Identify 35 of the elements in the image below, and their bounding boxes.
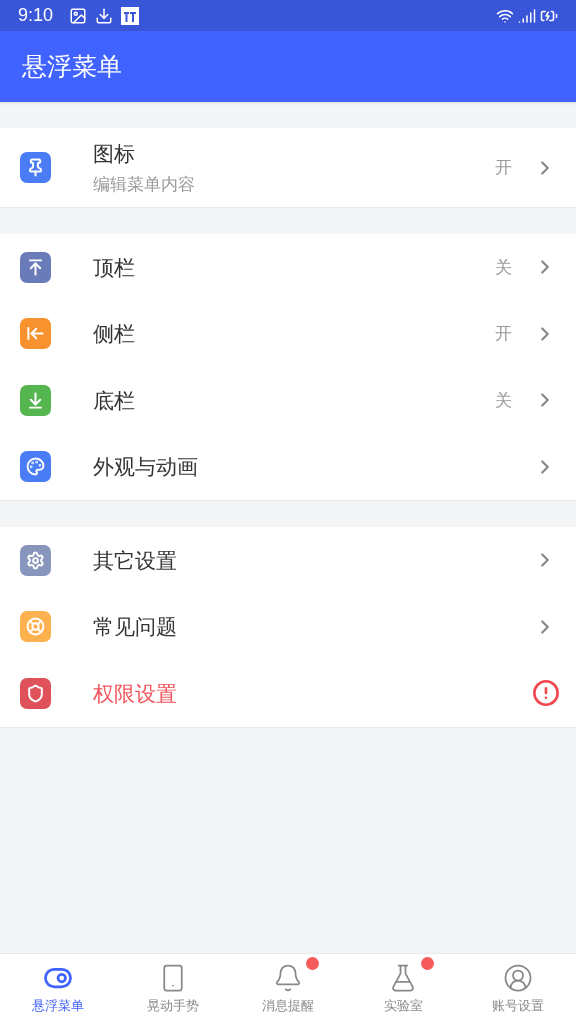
row-title: 图标 xyxy=(93,141,136,167)
row-status: 关 xyxy=(495,256,512,279)
row-title: 权限设置 xyxy=(93,680,178,707)
row-status: 开 xyxy=(495,156,512,179)
settings-row[interactable]: 权限设置 xyxy=(0,660,576,727)
text-size-icon xyxy=(121,6,140,25)
row-subtitle: 编辑菜单内容 xyxy=(93,173,196,196)
nav-tab[interactable]: 实验室 xyxy=(345,954,461,1024)
signal-icon xyxy=(518,6,536,25)
settings-row[interactable]: 外观与动画 xyxy=(0,433,576,500)
row-title: 底栏 xyxy=(93,387,136,414)
row-title: 其它设置 xyxy=(93,547,178,574)
nav-tab[interactable]: 悬浮菜单 xyxy=(0,954,116,1024)
download-icon xyxy=(95,6,114,25)
app-title: 悬浮菜单 xyxy=(22,50,122,82)
settings-row[interactable]: 侧栏 开 xyxy=(0,300,576,367)
settings-row[interactable]: 底栏 关 xyxy=(0,367,576,434)
row-title: 外观与动画 xyxy=(93,454,199,480)
settings-row[interactable]: 其它设置 xyxy=(0,527,576,594)
nav-tab[interactable]: 消息提醒 xyxy=(230,954,346,1024)
row-title: 侧栏 xyxy=(93,321,136,347)
nav-tab[interactable]: 晃动手势 xyxy=(115,954,231,1024)
status-time: 9:10 xyxy=(18,4,54,27)
row-title: 常见问题 xyxy=(93,614,178,640)
row-title: 顶栏 xyxy=(93,254,136,281)
row-status: 关 xyxy=(495,389,512,412)
settings-row[interactable]: 常见问题 xyxy=(0,593,576,660)
settings-row[interactable]: 图标 编辑菜单内容 开 xyxy=(0,128,576,207)
user-icon xyxy=(503,962,534,993)
image-icon xyxy=(69,6,88,25)
nav-tab[interactable]: 账号设置 xyxy=(460,954,576,1024)
bell-icon xyxy=(273,962,303,993)
alert-icon xyxy=(532,679,560,708)
row-status: 开 xyxy=(495,323,512,345)
settings-row[interactable]: 顶栏 关 xyxy=(0,234,576,301)
